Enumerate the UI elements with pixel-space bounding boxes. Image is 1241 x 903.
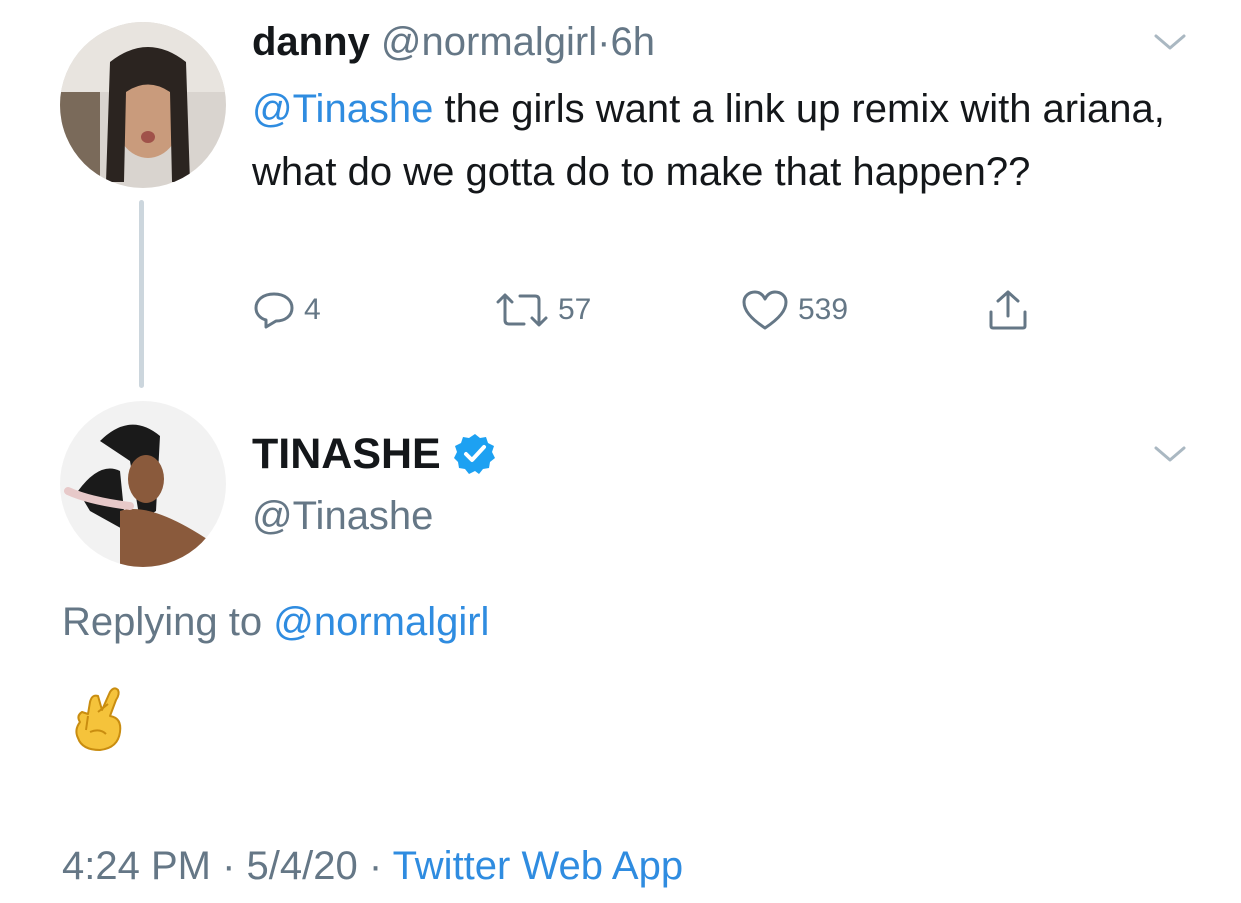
verified-badge-icon [453, 434, 495, 474]
share-button[interactable] [986, 288, 1030, 332]
meta-separator: · [210, 844, 247, 888]
header-separator: · [597, 20, 611, 64]
author-display-name[interactable]: danny [252, 20, 370, 64]
tinashe-avatar[interactable] [60, 401, 226, 567]
retweet-icon [496, 293, 548, 327]
mention-link[interactable]: @Tinashe [252, 87, 433, 131]
chevron-down-icon[interactable] [1150, 442, 1190, 466]
danny-avatar[interactable] [60, 22, 226, 188]
reply-button[interactable]: 4 [252, 288, 321, 332]
heart-icon [742, 290, 788, 330]
like-count: 539 [798, 293, 849, 326]
tweet-meta: 4:24 PM · 5/4/20 · Twitter Web App [62, 840, 683, 892]
retweet-count: 57 [558, 293, 592, 326]
tweet-header: danny @normalgirl·6h [252, 16, 655, 68]
avatar-photo-icon [60, 22, 226, 188]
tweet-text: @Tinashe the girls want a link up remix … [252, 78, 1172, 204]
author-handle[interactable]: @Tinashe [252, 490, 433, 542]
replying-to-line: Replying to @normalgirl [62, 596, 489, 648]
thread-connector-line [139, 200, 144, 388]
meta-separator: · [357, 844, 393, 888]
avatar-photo-icon [60, 401, 226, 567]
author-handle[interactable]: @normalgirl [381, 20, 597, 64]
retweet-button[interactable]: 57 [494, 288, 591, 332]
author-display-name-row: TINASHE [252, 428, 497, 480]
tweet-source-link[interactable]: Twitter Web App [393, 844, 684, 888]
crossed-fingers-emoji-icon [75, 687, 122, 751]
reply-count: 4 [304, 293, 321, 326]
tweet-date[interactable]: 5/4/20 [247, 844, 358, 888]
chevron-down-icon[interactable] [1150, 30, 1190, 54]
replying-prefix: Replying to [62, 600, 274, 644]
tweet-timestamp[interactable]: 6h [610, 20, 655, 64]
author-display-name[interactable]: TINASHE [252, 428, 441, 480]
like-button[interactable]: 539 [740, 288, 848, 332]
replying-handle-link[interactable]: @normalgirl [273, 600, 489, 644]
reply-icon [254, 292, 294, 329]
tweet-time[interactable]: 4:24 PM [62, 844, 211, 888]
share-icon [989, 290, 1027, 330]
